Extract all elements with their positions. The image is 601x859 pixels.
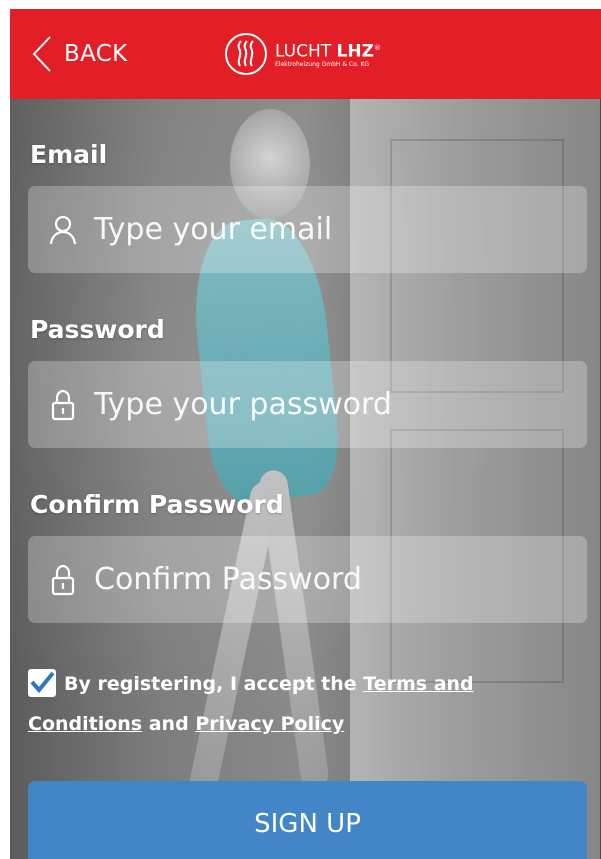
checkmark-icon bbox=[30, 671, 55, 693]
signup-screen: BACK LUCHT LHZ® Elektroheizung GmbH & Co… bbox=[10, 9, 601, 859]
email-input[interactable] bbox=[94, 212, 564, 247]
password-field-container bbox=[28, 361, 587, 448]
back-label: BACK bbox=[64, 41, 128, 67]
user-icon bbox=[46, 215, 80, 245]
email-label: Email bbox=[30, 140, 108, 169]
terms-text-prefix: By registering, I accept the bbox=[64, 673, 364, 695]
logo-wordmark: LUCHT LHZ® Elektroheizung GmbH & Co. KG bbox=[275, 39, 381, 70]
top-bar: BACK LUCHT LHZ® Elektroheizung GmbH & Co… bbox=[10, 9, 601, 99]
confirm-password-field-container bbox=[28, 536, 587, 623]
terms-checkbox[interactable] bbox=[28, 668, 56, 697]
lock-icon bbox=[46, 564, 80, 596]
logo-name: LUCHT LHZ® bbox=[275, 39, 381, 62]
password-input[interactable] bbox=[94, 387, 564, 422]
confirm-password-input[interactable] bbox=[94, 562, 564, 597]
logo-tagline: Elektroheizung GmbH & Co. KG bbox=[275, 61, 370, 69]
brand-logo: LUCHT LHZ® Elektroheizung GmbH & Co. KG bbox=[225, 29, 381, 79]
flame-icon bbox=[225, 33, 267, 75]
email-field-container bbox=[28, 186, 587, 273]
logo-name-bold: LHZ bbox=[336, 41, 374, 62]
sign-up-button[interactable]: SIGN UP bbox=[28, 781, 587, 859]
logo-name-light: LUCHT bbox=[275, 41, 332, 62]
registered-mark: ® bbox=[373, 43, 381, 52]
terms-text-conjunction: and bbox=[142, 713, 196, 735]
lock-icon bbox=[46, 389, 80, 421]
privacy-policy-link[interactable]: Privacy Policy bbox=[195, 713, 344, 735]
confirm-password-label: Confirm Password bbox=[30, 490, 284, 519]
password-label: Password bbox=[30, 315, 165, 344]
back-button[interactable]: BACK bbox=[32, 31, 127, 77]
terms-consent: By registering, I accept the Terms and C… bbox=[28, 664, 588, 744]
chevron-left-icon bbox=[32, 36, 51, 72]
